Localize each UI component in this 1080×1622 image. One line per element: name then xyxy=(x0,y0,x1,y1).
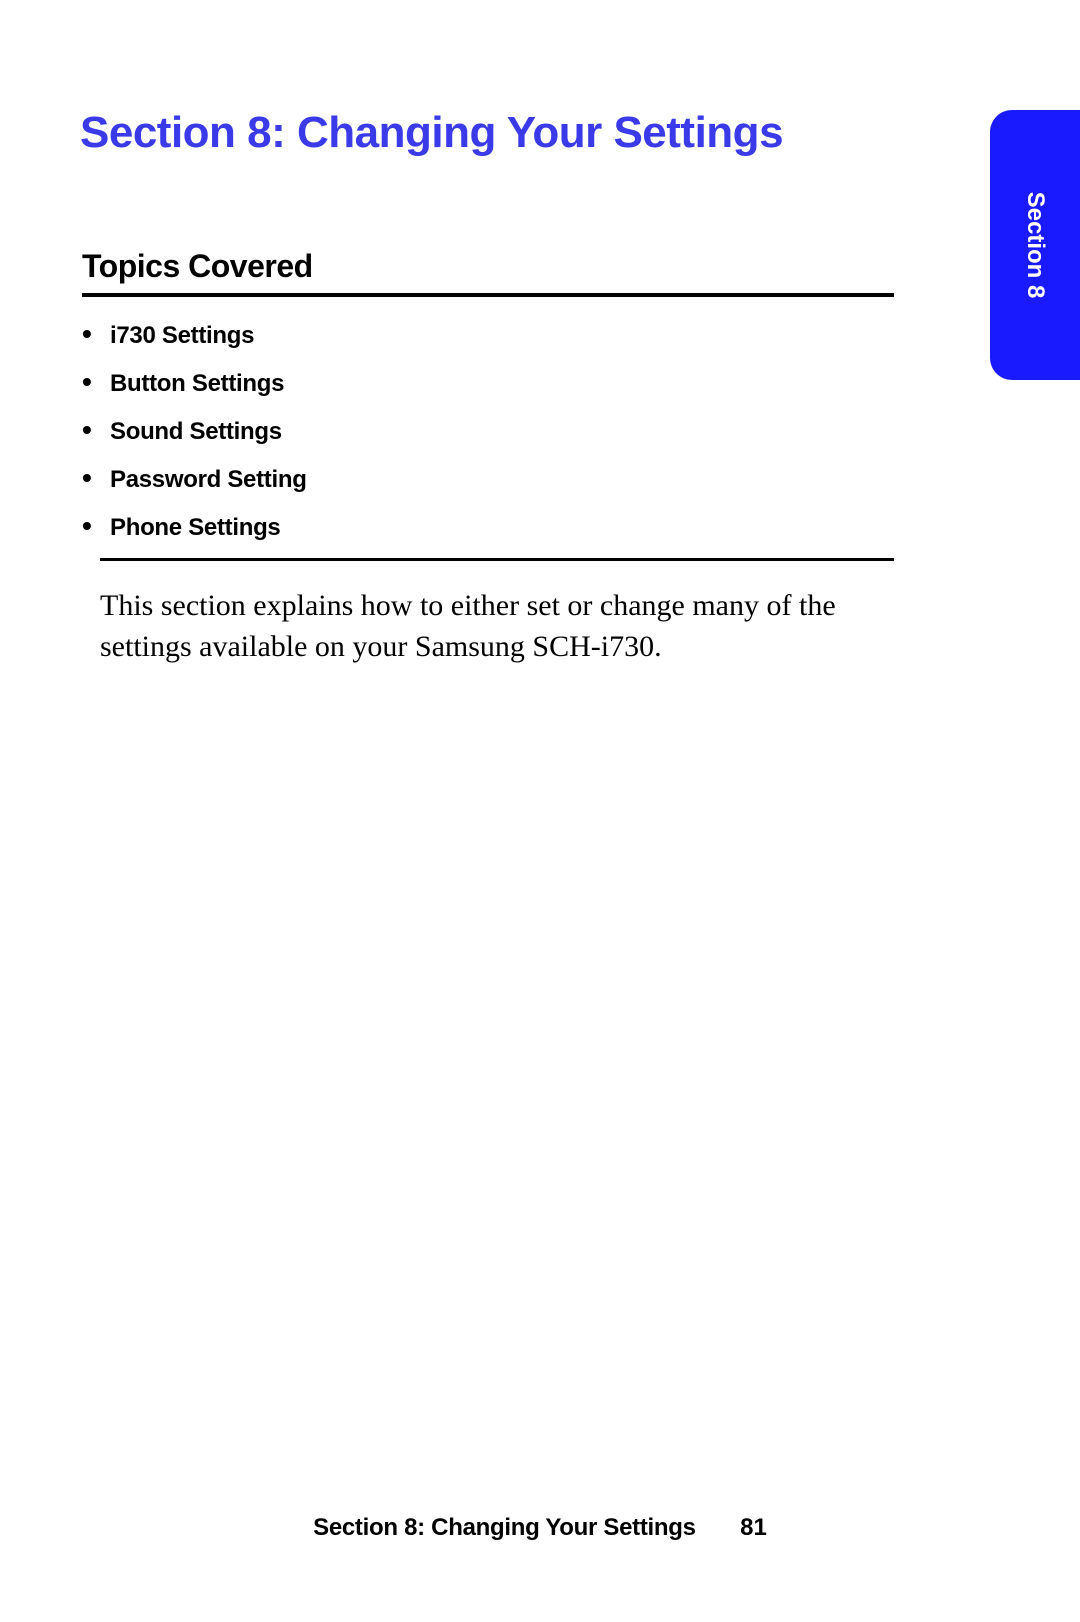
list-item: Button Settings xyxy=(82,370,307,398)
page-title: Section 8: Changing Your Settings xyxy=(80,108,783,158)
list-item: i730 Settings xyxy=(82,322,307,350)
topics-divider xyxy=(82,293,894,297)
page-footer: Section 8: Changing Your Settings 81 xyxy=(0,1514,1080,1542)
topics-list: i730 Settings Button Settings Sound Sett… xyxy=(82,322,307,562)
body-paragraph: This section explains how to either set … xyxy=(100,586,894,667)
list-item: Password Setting xyxy=(82,466,307,494)
list-item: Phone Settings xyxy=(82,514,307,542)
section-tab: Section 8 xyxy=(990,110,1080,380)
topics-heading: Topics Covered xyxy=(82,248,313,285)
footer-label: Section 8: Changing Your Settings xyxy=(313,1514,696,1541)
list-item: Sound Settings xyxy=(82,418,307,446)
footer-page-number: 81 xyxy=(740,1514,767,1542)
body-divider xyxy=(100,558,894,561)
section-tab-label: Section 8 xyxy=(1021,192,1049,299)
